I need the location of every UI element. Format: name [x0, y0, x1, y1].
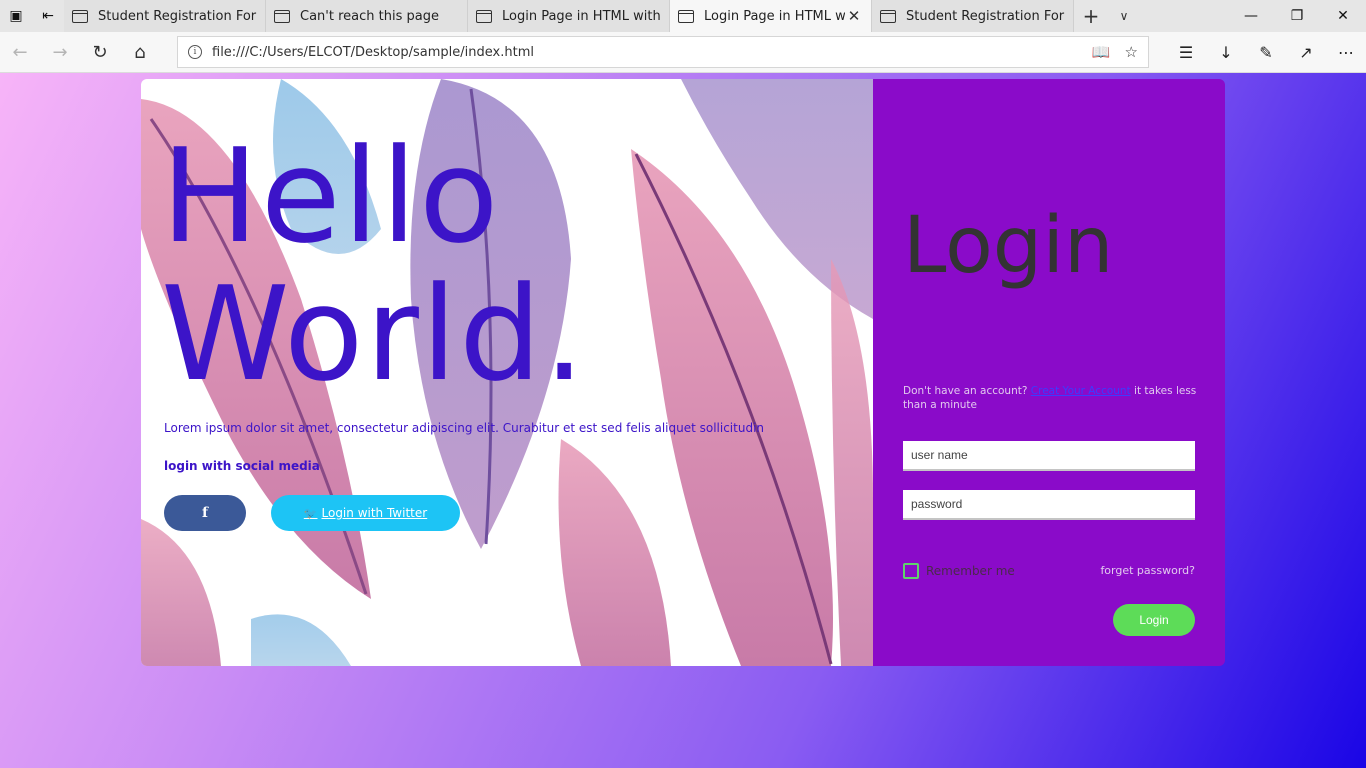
url-input[interactable]: i file:///C:/Users/ELCOT/Desktop/sample/… [177, 36, 1149, 68]
twitter-icon: 🐦 [303, 506, 318, 520]
new-tab-icon[interactable]: + [1074, 0, 1108, 32]
login-card: Hello World. Lorem ipsum dolor sit amet,… [141, 79, 1225, 666]
twitter-login-label: Login with Twitter [321, 506, 428, 520]
social-login-title: login with social media [164, 459, 320, 473]
page-icon [72, 9, 88, 23]
username-input[interactable]: user name [903, 441, 1195, 471]
chevron-down-icon[interactable]: ∨ [1108, 0, 1140, 32]
back-icon[interactable]: ← [0, 32, 40, 72]
remember-me-label: Remember me [926, 564, 1015, 578]
info-icon[interactable]: i [188, 45, 202, 59]
facebook-icon: f [201, 505, 209, 521]
page-icon [476, 9, 492, 23]
login-title: Login [903, 201, 1114, 291]
tabs-aside-icon[interactable]: ▣ [0, 0, 32, 32]
tab-label: Login Page in HTML with CS [502, 8, 661, 24]
tab-label: Login Page in HTML wit [704, 8, 845, 24]
more-icon[interactable]: ⋯ [1326, 32, 1366, 72]
password-placeholder: password [911, 497, 963, 511]
hero-panel: Hello World. Lorem ipsum dolor sit amet,… [141, 79, 873, 666]
page-viewport: Hello World. Lorem ipsum dolor sit amet,… [0, 73, 1366, 768]
url-text: file:///C:/Users/ELCOT/Desktop/sample/in… [212, 44, 534, 60]
password-input[interactable]: password [903, 490, 1195, 520]
tab-label: Student Registration Form E [906, 8, 1065, 24]
downloads-icon[interactable]: ↓ [1206, 32, 1246, 72]
hero-line-1: Hello [161, 120, 501, 272]
tab-0[interactable]: Student Registration Form E [64, 0, 266, 32]
tab-label: Can't reach this page [300, 8, 439, 24]
forward-icon[interactable]: → [40, 32, 80, 72]
page-icon [880, 9, 896, 23]
tab-3-active[interactable]: Login Page in HTML wit ✕ [670, 0, 872, 32]
reading-view-icon[interactable]: 📖 [1092, 43, 1111, 61]
restore-icon[interactable]: ❐ [1274, 0, 1320, 32]
hero-description: Lorem ipsum dolor sit amet, consectetur … [164, 421, 765, 435]
tab-label: Student Registration Form E [98, 8, 257, 24]
forgot-password-link[interactable]: forget password? [1100, 564, 1195, 577]
tab-2[interactable]: Login Page in HTML with CS [468, 0, 670, 32]
window-controls: — ❐ ✕ [1228, 0, 1366, 32]
facebook-login-button[interactable]: f [164, 495, 246, 531]
tab-4[interactable]: Student Registration Form E [872, 0, 1074, 32]
set-aside-icon[interactable]: ⇤ [32, 0, 64, 32]
close-window-icon[interactable]: ✕ [1320, 0, 1366, 32]
refresh-icon[interactable]: ↻ [80, 32, 120, 72]
tab-bar: ▣ ⇤ Student Registration Form E Can't re… [0, 0, 1366, 32]
remember-me-checkbox[interactable] [903, 563, 919, 579]
login-button[interactable]: Login [1113, 604, 1195, 636]
toolbar: ☰ ↓ ✎ ↗ ⋯ [1166, 32, 1366, 72]
hero-heading: Hello World. [161, 127, 587, 403]
minimize-icon[interactable]: — [1228, 0, 1274, 32]
favorites-hub-icon[interactable]: ☰ [1166, 32, 1206, 72]
page-icon [274, 9, 290, 23]
remember-me[interactable]: Remember me [903, 563, 1015, 579]
notes-pen-icon[interactable]: ✎ [1246, 32, 1286, 72]
tab-1[interactable]: Can't reach this page [266, 0, 468, 32]
create-account-link[interactable]: Creat Your Account [1031, 385, 1131, 397]
login-panel: Login Don't have an account? Creat Your … [873, 79, 1225, 666]
favorite-star-icon[interactable]: ☆ [1125, 43, 1138, 61]
home-icon[interactable]: ⌂ [120, 32, 160, 72]
hero-line-2: World. [161, 258, 587, 410]
share-icon[interactable]: ↗ [1286, 32, 1326, 72]
signup-prompt: Don't have an account? Creat Your Accoun… [903, 384, 1203, 412]
page-icon [678, 9, 694, 23]
twitter-login-button[interactable]: 🐦 Login with Twitter [271, 495, 460, 531]
address-bar: ← → ↻ ⌂ i file:///C:/Users/ELCOT/Desktop… [0, 32, 1366, 73]
username-placeholder: user name [911, 448, 968, 462]
signup-prefix: Don't have an account? [903, 385, 1028, 397]
close-tab-icon[interactable]: ✕ [845, 7, 863, 25]
